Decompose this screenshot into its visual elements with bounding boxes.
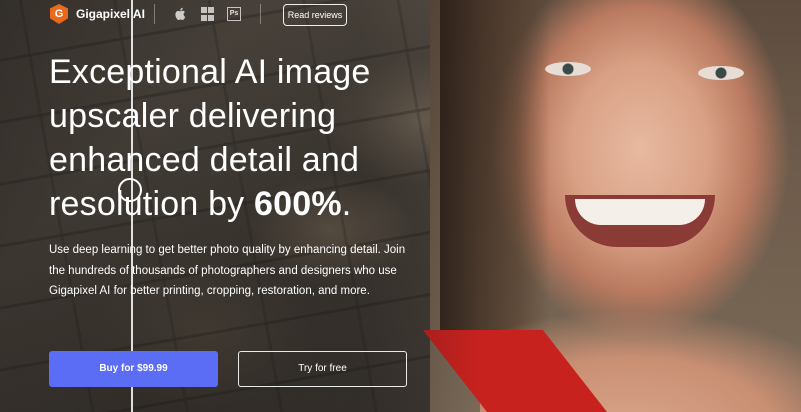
photoshop-icon: Ps (227, 7, 241, 21)
gigapixel-logo-icon[interactable]: G (50, 4, 68, 24)
page-title: Exceptional AI image upscaler delivering… (49, 50, 409, 226)
windows-icon (201, 7, 215, 21)
headline-end: . (341, 185, 352, 223)
hero-section: G Gigapixel AI Ps Read reviews Exception… (0, 0, 801, 412)
nav-divider (154, 4, 155, 24)
buy-button[interactable]: Buy for $99.99 (49, 351, 218, 387)
apple-icon (173, 7, 187, 21)
read-reviews-button[interactable]: Read reviews (283, 4, 347, 26)
headline-highlight: 600% (254, 185, 342, 223)
try-free-button[interactable]: Try for free (238, 351, 407, 387)
nav-divider (260, 4, 261, 24)
top-nav: G Gigapixel AI Ps Read reviews (0, 0, 801, 28)
hero-description: Use deep learning to get better photo qu… (49, 244, 406, 297)
brand-name[interactable]: Gigapixel AI (76, 7, 145, 21)
